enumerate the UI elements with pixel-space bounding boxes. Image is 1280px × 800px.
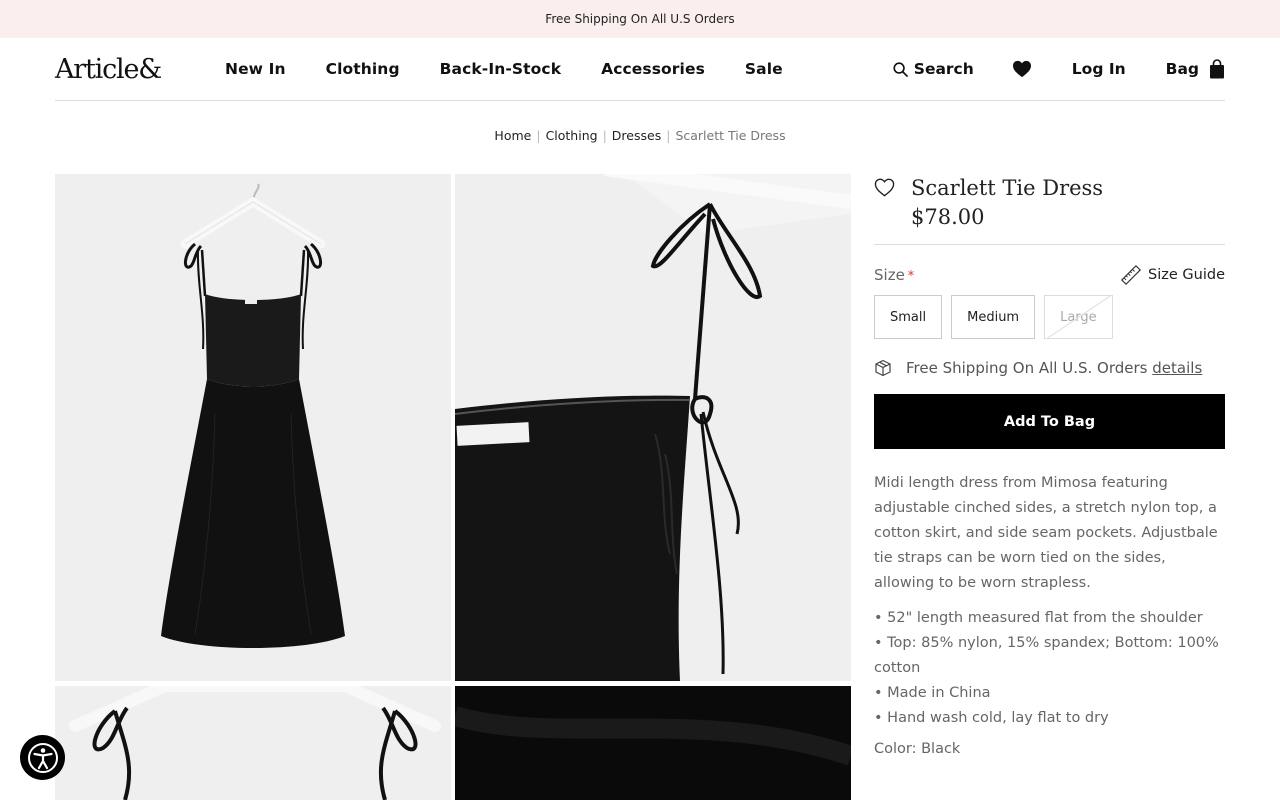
box-icon [875, 359, 891, 377]
product-title: Scarlett Tie Dress [911, 176, 1104, 200]
product-details-list: • 52" length measured flat from the shou… [874, 606, 1225, 731]
breadcrumb-separator: | [602, 128, 607, 143]
breadcrumb: Home | Clothing | Dresses | Scarlett Tie Dress [0, 128, 1280, 143]
heart-icon [1012, 60, 1031, 78]
detail-item: • Top: 85% nylon, 15% spandex; Bottom: 1… [874, 635, 1219, 676]
size-label: Size * [874, 266, 914, 284]
bag-label: Bag [1165, 60, 1199, 78]
product-panel: Scarlett Tie Dress $78.00 Size * Size Gui… [874, 174, 1225, 757]
wishlist-button[interactable] [1012, 60, 1032, 78]
product-image-back[interactable] [55, 686, 451, 800]
product-image-detail[interactable] [455, 174, 851, 681]
size-option-small[interactable]: Small [874, 295, 943, 339]
breadcrumb-separator: | [536, 128, 541, 143]
breadcrumb-dresses[interactable]: Dresses [612, 128, 661, 143]
size-header: Size * Size Guide [874, 264, 1225, 286]
shipping-details-link[interactable]: details [1152, 359, 1202, 377]
header-utilities: Search Log In Bag [893, 59, 1225, 79]
product-color: Color: Black [874, 741, 961, 757]
size-option-large[interactable]: Large [1044, 295, 1113, 339]
accessibility-icon [27, 742, 58, 773]
ruler-icon [1120, 264, 1142, 286]
nav-accessories[interactable]: Accessories [601, 60, 705, 78]
product-image-fabric[interactable] [455, 686, 851, 800]
announcement-bar: Free Shipping On All U.S Orders [0, 0, 1280, 38]
detail-item: • 52" length measured flat from the shou… [874, 610, 1203, 626]
product-description: Midi length dress from Mimosa featuring … [874, 475, 1218, 591]
login-link[interactable]: Log In [1072, 60, 1126, 78]
breadcrumb-clothing[interactable]: Clothing [546, 128, 598, 143]
nav-new-in[interactable]: New In [225, 60, 286, 78]
breadcrumb-current: Scarlett Tie Dress [675, 128, 786, 143]
size-guide-link[interactable]: Size Guide [1120, 264, 1225, 286]
nav-sale[interactable]: Sale [745, 60, 783, 78]
breadcrumb-separator: | [666, 128, 671, 143]
bag-icon [1210, 59, 1224, 79]
product-price: $78.00 [911, 205, 985, 229]
search-label: Search [913, 60, 974, 78]
shipping-message: Free Shipping On All U.S. Orders [906, 359, 1148, 377]
main-nav: New In Clothing Back-In-Stock Accessorie… [225, 60, 783, 78]
bag-button[interactable]: Bag [1166, 59, 1225, 79]
announcement-text: Free Shipping On All U.S Orders [545, 12, 735, 26]
size-label-text: Size [874, 266, 905, 284]
wishlist-heart-icon[interactable] [874, 178, 895, 197]
accessibility-button[interactable] [20, 735, 65, 780]
nav-back-in-stock[interactable]: Back-In-Stock [440, 60, 561, 78]
size-option-medium[interactable]: Medium [951, 295, 1036, 339]
required-mark: * [907, 269, 915, 284]
detail-item: • Hand wash cold, lay flat to dry [874, 710, 1109, 726]
search-icon [893, 61, 908, 77]
product-image-front[interactable] [55, 174, 451, 681]
search-button[interactable]: Search [893, 60, 974, 78]
shipping-text: Free Shipping On All U.S. Orders details [906, 359, 1202, 377]
size-options: Small Medium Large [874, 295, 1225, 339]
shipping-info: Free Shipping On All U.S. Orders details [874, 359, 1225, 377]
logo[interactable]: Article& [55, 54, 225, 85]
add-to-bag-button[interactable]: Add To Bag [874, 394, 1225, 449]
size-guide-label: Size Guide [1148, 267, 1225, 283]
product-header: Scarlett Tie Dress $78.00 [874, 174, 1225, 245]
detail-item: • Made in China [874, 685, 991, 701]
nav-clothing[interactable]: Clothing [326, 60, 400, 78]
breadcrumb-home[interactable]: Home [494, 128, 531, 143]
site-header: Article& New In Clothing Back-In-Stock A… [55, 38, 1225, 101]
